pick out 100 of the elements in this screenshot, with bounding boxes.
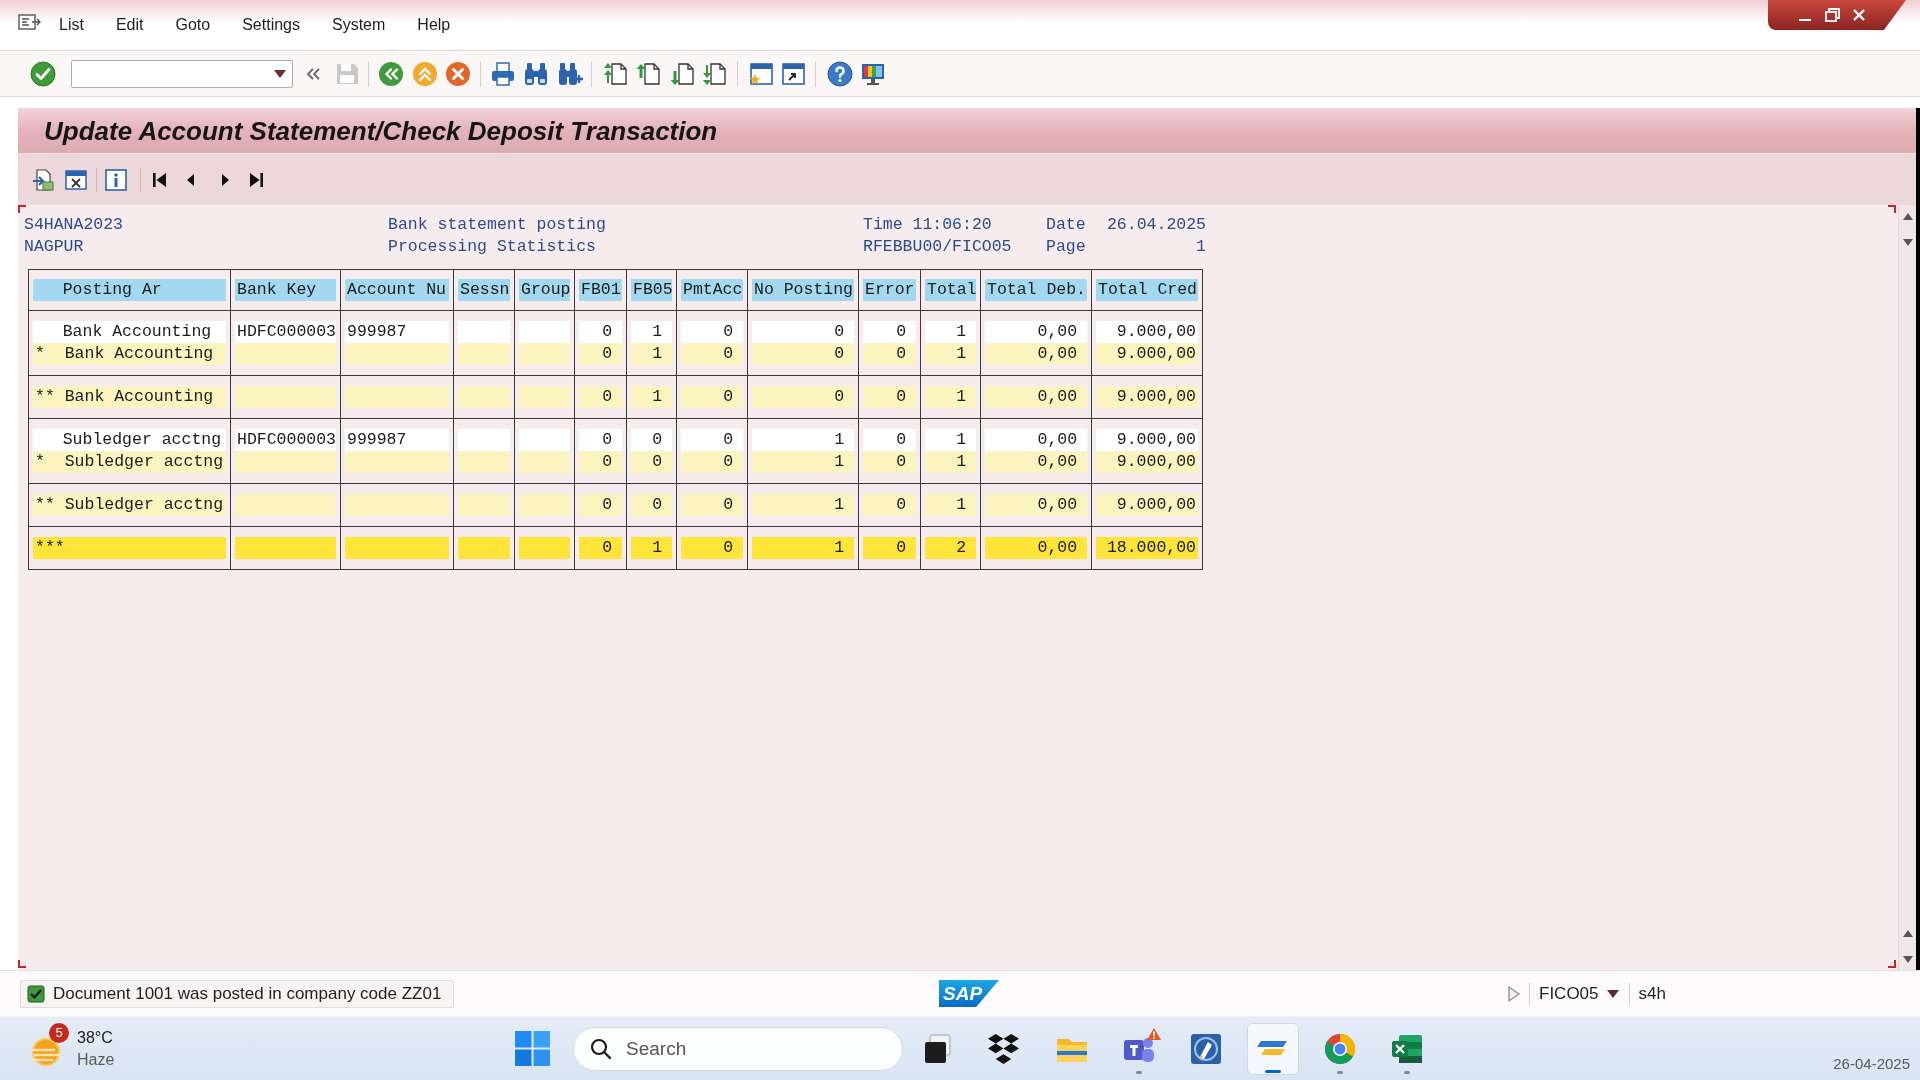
menu-item[interactable]: Edit [115,15,144,35]
page-double-arrow-down-icon[interactable] [702,60,728,87]
column-header[interactable]: Sessn [458,279,510,301]
server-name: s4h [1638,983,1666,1004]
column-header[interactable]: Account Nu [345,279,449,301]
table-cell: 1 [925,386,976,408]
table-cell: 0,00 [985,321,1087,343]
menu-item[interactable]: Help [417,15,451,35]
table-cell [458,494,510,516]
table-cell: 0 [681,494,743,516]
table-cell: 0 [681,537,743,559]
table-cell: HDFC000003 [235,321,336,343]
menu-item[interactable]: Settings [242,15,300,35]
binoculars-plus-icon[interactable] [557,60,583,87]
table-cell: 0 [579,386,622,408]
header-text: Page [1046,236,1087,258]
table-cell: Subledger acctng [33,429,226,451]
scrollbar[interactable] [1898,205,1916,970]
corner-mark-icon [18,205,26,213]
question-circle-icon[interactable] [827,60,853,87]
check-box-icon [27,984,45,1003]
table-cell [458,321,510,343]
check-circle-icon[interactable] [30,60,56,87]
page-arrow-down-icon[interactable] [670,60,696,87]
date-text: 26-04-2025 [1833,1054,1910,1074]
table-cell: 0 [752,321,854,343]
window-cross-icon[interactable] [64,167,88,192]
scroll-down-arrow-icon[interactable] [1902,955,1913,964]
four-panes-icon[interactable] [514,1030,551,1067]
binoculars-icon[interactable] [523,60,549,87]
window-arrow-icon[interactable] [780,60,806,87]
logo: SAP [939,980,999,1007]
table-cell: 0,00 [985,451,1087,473]
document-arrow-icon[interactable] [31,167,55,192]
command-field[interactable] [71,59,293,88]
table-cell: 0 [631,451,672,473]
play-triangle-icon[interactable] [1507,984,1521,1003]
table-cell: 0 [631,429,672,451]
temperature-text: 38°C [77,1027,114,1048]
table-cell: Bank Accounting [33,321,226,343]
table-cell: 1 [925,343,976,365]
table-cell: 0 [579,494,622,516]
caret-down-icon[interactable] [1606,989,1619,998]
table-cell: 9.000,00 [1096,343,1198,365]
table-cell: 1 [752,451,854,473]
table-cell: 0 [579,429,622,451]
notification-badge: 5 [49,1022,69,1043]
table-cell: 0,00 [985,429,1087,451]
column-header[interactable]: Posting Ar [33,279,226,301]
table-cell: 0 [579,343,622,365]
column-header[interactable]: Error [863,279,916,301]
column-header[interactable]: Group [519,279,570,301]
table-cell: 2 [925,537,976,559]
table-cell: 18.000,00 [1096,537,1198,559]
menu-item[interactable]: Goto [175,15,211,35]
menu-item[interactable]: List [59,15,84,35]
table-cell [458,451,510,473]
table-cell: 1 [631,321,672,343]
page-arrow-up-icon[interactable] [636,60,662,87]
menu-icon[interactable] [18,14,42,32]
double-chevron-circle-icon[interactable] [378,60,404,87]
column-header[interactable]: No Posting [752,279,854,301]
header-text: 1 [1195,236,1206,258]
column-header[interactable]: FB05 [631,279,672,301]
table-cell [458,343,510,365]
column-header[interactable]: Total Deb. [985,279,1087,301]
info-icon[interactable] [104,167,128,192]
column-header[interactable]: PmtAcc [681,279,743,301]
page-double-arrow-up-icon[interactable] [603,60,629,87]
table-cell [458,537,510,559]
x-circle-icon[interactable] [445,60,471,87]
table-cell: 1 [631,343,672,365]
column-header[interactable]: Total Cred [1096,279,1198,301]
table-cell: 0 [863,386,916,408]
table-cell [519,429,570,451]
printer-icon[interactable] [490,60,516,87]
table-cell [519,321,570,343]
table-cell: ** Subledger acctng [33,494,226,516]
table-cell: HDFC000003 [235,429,336,451]
table-cell [458,429,510,451]
table-cell [519,537,570,559]
scroll-up-arrow-icon[interactable] [1902,212,1913,221]
column-header[interactable]: Total [925,279,976,301]
window-star-icon[interactable] [748,60,774,87]
table-cell [519,451,570,473]
column-header[interactable]: Bank Key [235,279,336,301]
column-header[interactable]: FB01 [579,279,622,301]
scroll-down-arrow-icon[interactable] [1902,238,1913,247]
double-chevron-left-icon[interactable] [305,66,321,81]
page-title: Update Account Statement/Check Deposit Transaction [44,114,718,147]
table-cell: 1 [925,494,976,516]
table-cell: 1 [631,537,672,559]
header-text: S4HANA2023 [24,214,125,236]
caret-down-icon[interactable] [274,69,286,78]
table-cell [519,494,570,516]
scroll-up-arrow-icon[interactable] [1902,929,1913,938]
table-cell: 0,00 [985,343,1087,365]
transaction-code[interactable]: FICO05 [1539,983,1599,1004]
search-field[interactable]: Search [573,1026,903,1071]
menu-item[interactable]: System [332,15,386,35]
